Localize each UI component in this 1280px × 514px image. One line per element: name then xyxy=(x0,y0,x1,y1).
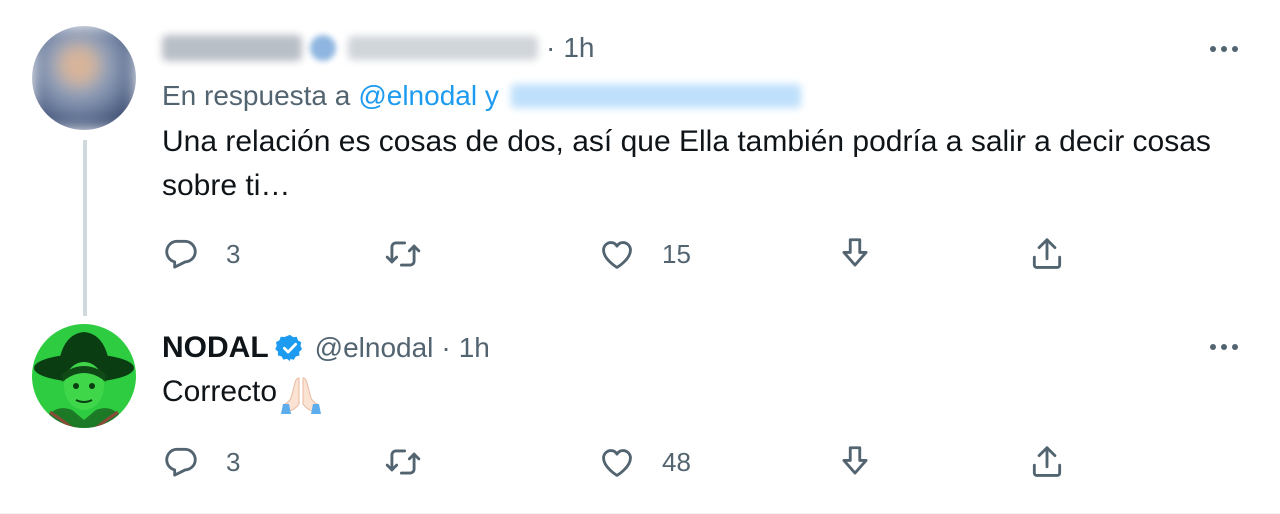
download-icon xyxy=(842,238,868,267)
reply-icon xyxy=(165,239,197,269)
tweet-time[interactable]: 1h xyxy=(563,32,594,64)
separator-dot: · xyxy=(546,32,556,63)
retweet-icon xyxy=(385,241,421,267)
share-icon xyxy=(1032,446,1062,477)
praying-hands-emoji xyxy=(281,377,322,414)
retweet-icon xyxy=(385,449,421,475)
more-icon[interactable] xyxy=(1210,344,1238,350)
tweet-reply[interactable]: · 1h En respuesta a @elnodal y Una relac… xyxy=(0,0,1280,316)
tweet-time[interactable]: 1h xyxy=(459,332,490,364)
reply-context: En respuesta a @elnodal y xyxy=(162,78,801,114)
like-count: 48 xyxy=(662,446,691,477)
reply-button[interactable]: 3 xyxy=(162,234,240,274)
share-button[interactable] xyxy=(1028,234,1066,274)
tweet-actions: 3 15 xyxy=(162,234,1082,274)
avatar[interactable] xyxy=(32,324,136,428)
like-icon xyxy=(602,449,632,477)
retweet-button[interactable] xyxy=(384,234,422,274)
display-name[interactable]: NODAL xyxy=(162,331,269,365)
download-icon xyxy=(842,446,868,475)
avatar[interactable] xyxy=(32,26,136,130)
more-icon[interactable] xyxy=(1210,46,1238,52)
reply-handle-link[interactable]: @elnodal y xyxy=(358,80,499,112)
reply-icon xyxy=(165,447,197,477)
reply-count: 3 xyxy=(226,446,241,477)
blurred-handle[interactable] xyxy=(348,36,538,60)
verified-badge-icon xyxy=(274,334,302,362)
tweet-nodal[interactable]: NODAL @elnodal · 1h Correcto 3 48 xyxy=(0,306,1280,514)
share-button[interactable] xyxy=(1028,442,1066,482)
tweet-header: · 1h xyxy=(162,30,594,66)
blurred-display-name[interactable] xyxy=(162,35,302,61)
reply-button[interactable]: 3 xyxy=(162,442,240,482)
download-button[interactable] xyxy=(836,442,874,482)
like-count: 15 xyxy=(662,238,691,269)
blurred-badge xyxy=(310,35,336,61)
like-icon xyxy=(602,241,632,269)
handle[interactable]: @elnodal xyxy=(315,332,434,364)
reply-prefix: En respuesta a xyxy=(162,80,351,111)
thread-line xyxy=(83,140,87,316)
retweet-button[interactable] xyxy=(384,442,422,482)
separator-dot: · xyxy=(441,332,451,363)
like-button[interactable]: 15 xyxy=(598,234,691,274)
like-button[interactable]: 48 xyxy=(598,442,691,482)
tweet-text: Una relación es cosas de dos, así que El… xyxy=(162,125,1211,202)
tweet-text-container: Correcto xyxy=(162,370,323,414)
tweet-actions: 3 48 xyxy=(162,442,1082,482)
tweet-header: NODAL @elnodal · 1h xyxy=(162,328,490,368)
share-icon xyxy=(1032,238,1062,269)
blurred-reply-handle[interactable] xyxy=(510,84,801,108)
tweet-text: Correcto xyxy=(162,375,278,408)
reply-count: 3 xyxy=(226,238,241,269)
download-button[interactable] xyxy=(836,234,874,274)
